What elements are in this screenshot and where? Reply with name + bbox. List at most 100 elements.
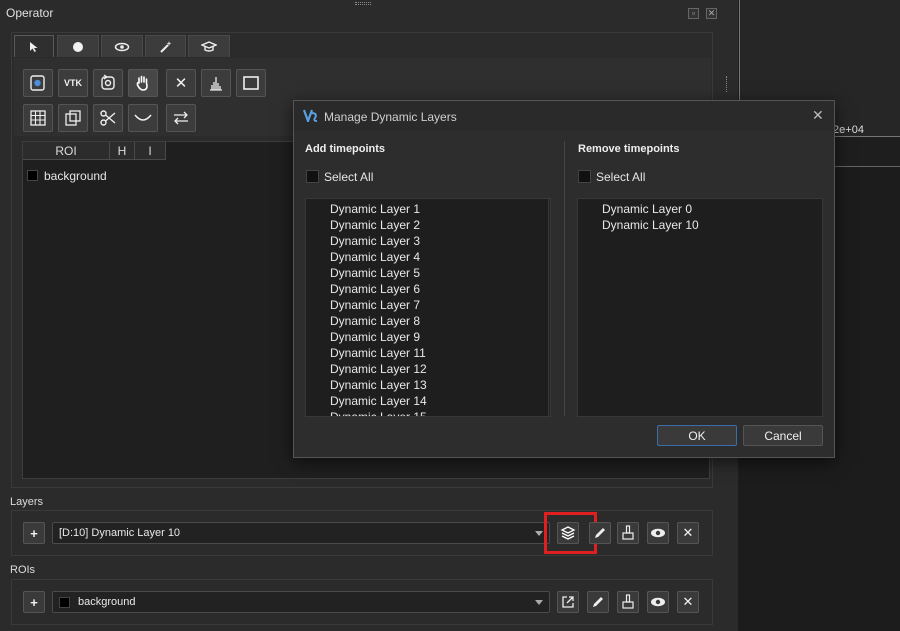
hand-icon [136, 75, 148, 91]
list-item[interactable]: Dynamic Layer 1 [306, 201, 550, 217]
tab-graduation[interactable] [188, 35, 230, 57]
toggle-layer-visibility-button[interactable] [647, 522, 669, 544]
drag-grip[interactable] [355, 2, 371, 5]
layers-label: Layers [10, 496, 44, 508]
tab-dot[interactable] [57, 35, 99, 57]
pan-button[interactable] [128, 69, 158, 97]
chevron-down-icon [535, 531, 543, 536]
list-item[interactable]: Dynamic Layer 11 [306, 345, 550, 361]
table-button[interactable] [23, 104, 53, 132]
add-roi-button[interactable]: + [23, 591, 45, 613]
close-icon: ✕ [682, 525, 694, 540]
clear-roi-button[interactable] [617, 591, 639, 613]
list-item[interactable]: Dynamic Layer 3 [306, 233, 550, 249]
roi-color-swatch [59, 596, 70, 608]
layers-window-icon [65, 110, 81, 126]
list-item[interactable]: Dynamic Layer 13 [306, 377, 550, 393]
h-column-header[interactable]: H [110, 142, 135, 160]
add-select-all-checkbox[interactable] [306, 170, 319, 183]
toggle-roi-visibility-button[interactable] [647, 591, 669, 613]
close-panel-icon[interactable]: ✕ [706, 8, 717, 19]
list-item[interactable]: Dynamic Layer 0 [578, 201, 822, 217]
add-timepoints-heading: Add timepoints [305, 143, 386, 155]
add-timepoints-list[interactable]: Dynamic Layer 1 Dynamic Layer 2 Dynamic La… [305, 198, 551, 417]
delete-roi-button[interactable]: ✕ [677, 591, 699, 613]
edit-roi-button[interactable] [587, 591, 609, 613]
export-roi-button[interactable] [557, 591, 579, 613]
cancel-button[interactable]: Cancel [743, 425, 823, 446]
roi-color-swatch [27, 170, 38, 181]
scissors-button[interactable] [93, 104, 123, 132]
rectangle-icon [243, 76, 259, 90]
list-item[interactable]: Dynamic Layer 15 [306, 409, 550, 416]
float-icon[interactable]: ▫ [688, 8, 699, 19]
rectangle-button[interactable] [236, 69, 266, 97]
list-item[interactable]: Dynamic Layer 5 [306, 265, 550, 281]
list-item[interactable]: Dynamic Layer 14 [306, 393, 550, 409]
close-icon: ✕ [174, 75, 188, 92]
histogram-icon [210, 77, 222, 91]
clear-layer-button[interactable] [617, 522, 639, 544]
roi-column-header[interactable]: ROI [23, 142, 110, 160]
magic-wand-icon [159, 40, 171, 53]
list-item[interactable]: Dynamic Layer 2 [306, 217, 550, 233]
roi-name: background [44, 169, 107, 183]
export-icon [562, 596, 574, 608]
brush-icon [622, 525, 634, 540]
cursor-icon [30, 41, 38, 52]
tab-eye[interactable] [101, 35, 143, 57]
brush-icon [622, 594, 634, 609]
manage-dynamic-layers-dialog: Manage Dynamic Layers ✕ Add timepoints S… [293, 100, 835, 458]
panel-title: Operator [6, 6, 54, 20]
layers-window-button[interactable] [58, 104, 88, 132]
clear-tool-button[interactable]: ✕ [166, 69, 196, 97]
close-icon: ✕ [682, 594, 694, 609]
list-item[interactable]: Dynamic Layer 8 [306, 313, 550, 329]
rotate-icon [101, 74, 115, 90]
list-item[interactable]: Dynamic Layer 12 [306, 361, 550, 377]
list-item[interactable]: Dynamic Layer 7 [306, 297, 550, 313]
pencil-icon [595, 528, 605, 538]
dialog-title: Manage Dynamic Layers [324, 110, 457, 124]
dialog-close-icon[interactable]: ✕ [812, 107, 824, 124]
remove-timepoints-list[interactable]: Dynamic Layer 0 Dynamic Layer 10 [577, 198, 823, 417]
edit-layer-button[interactable] [589, 522, 611, 544]
rois-label: ROIs [10, 564, 36, 576]
remove-select-all-checkbox[interactable] [578, 170, 591, 183]
swap-icon [174, 111, 188, 125]
view-readout: .2e+04 [830, 124, 864, 136]
dialog-titlebar[interactable]: Manage Dynamic Layers ✕ [294, 101, 834, 131]
curve-button[interactable] [128, 104, 158, 132]
roi-select[interactable]: background [52, 591, 550, 613]
delete-layer-button[interactable]: ✕ [677, 522, 699, 544]
vtk-icon: VTK [64, 78, 82, 88]
column-divider [564, 141, 565, 416]
roi-select-value: background [78, 596, 136, 608]
eye-icon [651, 597, 665, 607]
volume-button[interactable] [23, 69, 53, 97]
i-column-header[interactable]: I [135, 142, 166, 160]
eye-icon [114, 42, 130, 51]
rotate-button[interactable] [93, 69, 123, 97]
scissors-icon [100, 110, 116, 126]
add-select-all-label[interactable]: Select All [324, 170, 373, 184]
list-item[interactable]: Dynamic Layer 4 [306, 249, 550, 265]
ok-button[interactable]: OK [657, 425, 737, 446]
splitter-handle[interactable] [726, 76, 728, 92]
layer-select[interactable]: [D:10] Dynamic Layer 10 [52, 522, 550, 544]
eye-icon [651, 528, 665, 538]
tab-cursor[interactable] [14, 35, 54, 57]
add-list-scrollbar[interactable]: ▲ ▼ [548, 199, 550, 416]
histogram-button[interactable] [201, 69, 231, 97]
remove-select-all-label[interactable]: Select All [596, 170, 645, 184]
tab-magic-wand[interactable] [145, 35, 186, 57]
dot-icon [73, 41, 83, 52]
remove-timepoints-heading: Remove timepoints [578, 143, 680, 155]
add-layer-button[interactable]: + [23, 522, 45, 544]
list-item[interactable]: Dynamic Layer 9 [306, 329, 550, 345]
list-item[interactable]: Dynamic Layer 10 [578, 217, 822, 233]
swap-button[interactable] [166, 104, 196, 132]
volume-icon [30, 75, 45, 91]
list-item[interactable]: Dynamic Layer 6 [306, 281, 550, 297]
vtk-button[interactable]: VTK [58, 69, 88, 97]
